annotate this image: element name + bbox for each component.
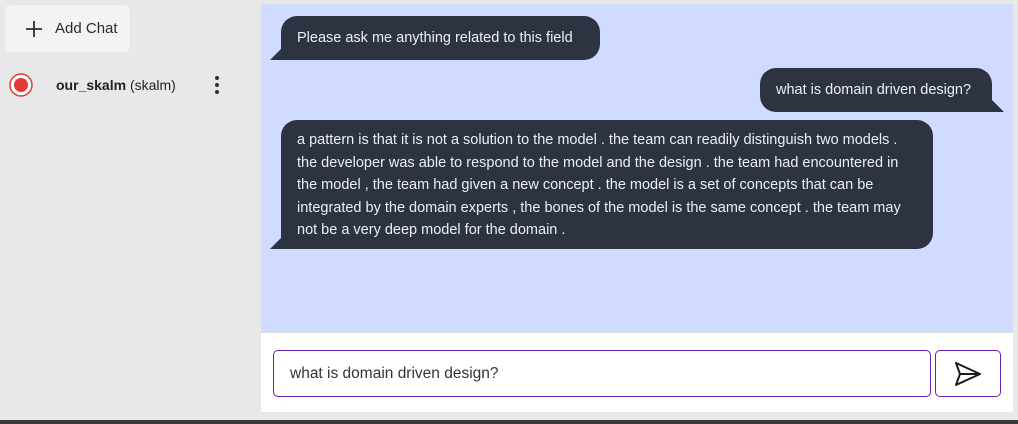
chat-item-label: our_skalm (skalm)	[56, 77, 176, 93]
chat-item-model: (skalm)	[129, 77, 176, 93]
send-icon	[955, 361, 981, 386]
chat-list-item[interactable]: our_skalm (skalm)	[0, 64, 253, 106]
record-icon	[9, 73, 33, 97]
more-vertical-icon[interactable]	[207, 74, 227, 96]
message-input[interactable]	[273, 350, 931, 397]
chat-item-name: our_skalm	[56, 77, 127, 93]
bot-message: Please ask me anything related to this f…	[281, 16, 600, 60]
plus-icon	[26, 20, 42, 37]
sidebar: Add Chat our_skalm (skalm)	[0, 0, 253, 424]
message-list[interactable]: Please ask me anything related to this f…	[261, 4, 1013, 332]
composer	[261, 332, 1013, 412]
bubble-tail	[992, 100, 1004, 112]
bottom-edge	[0, 420, 1018, 424]
user-message: what is domain driven design?	[760, 68, 992, 112]
send-button[interactable]	[935, 350, 1001, 397]
add-chat-button[interactable]: Add Chat	[5, 5, 130, 52]
bot-message: a pattern is that it is not a solution t…	[281, 120, 933, 249]
add-chat-label: Add Chat	[55, 20, 118, 37]
divider	[253, 0, 261, 424]
app: Add Chat our_skalm (skalm) Please ask me…	[0, 0, 1018, 424]
